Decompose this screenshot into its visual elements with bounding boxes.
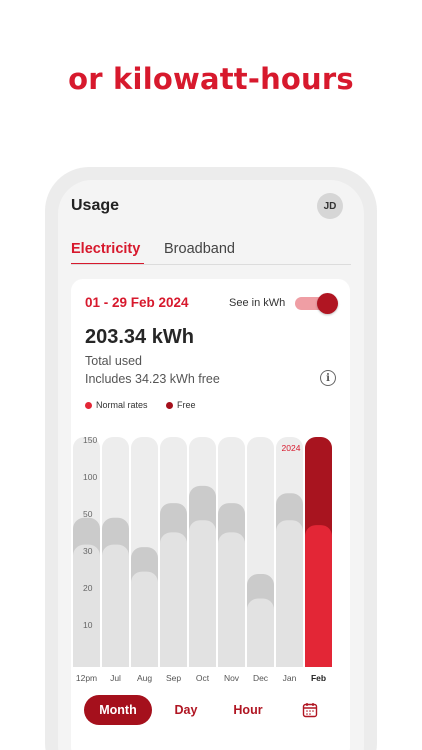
chart-bar-base [131, 655, 158, 667]
app-screen: Usage JD Electricity Broadband 01 - 29 F… [58, 180, 364, 750]
info-icon[interactable]: i [320, 370, 336, 386]
total-usage-label: Total used [85, 354, 142, 368]
legend-dot-free [166, 401, 173, 409]
chart-bar-base [305, 655, 332, 667]
year-annotation: 2024 [282, 443, 301, 453]
free-usage-note: Includes 34.23 kWh free [85, 372, 220, 386]
x-tick-label: Feb [311, 673, 326, 683]
usage-bar-chart[interactable]: 12pm Jul Aug Sep Oct Nov Dec Jan Feb 2024 150 100 50… [71, 429, 350, 691]
x-tick-label: Jan [283, 673, 297, 683]
chart-bar-base [73, 655, 100, 667]
chart-bar-base [276, 655, 303, 667]
x-tick-label: Aug [137, 673, 152, 683]
chart-bar-normal [160, 532, 187, 667]
chart-bar-base [218, 655, 245, 667]
tab-broadband[interactable]: Broadband [164, 241, 235, 257]
chart-bar-normal [305, 525, 332, 667]
y-tick-label: 150 [83, 435, 97, 445]
chart-bar-normal [189, 520, 216, 667]
chart-bar-normal [102, 544, 129, 667]
legend-item-normal: Normal rates [85, 400, 148, 410]
chart-bar-base [160, 655, 187, 667]
period-month-button[interactable]: Month [84, 695, 152, 725]
chart-bar-base [189, 655, 216, 667]
tabs-divider [71, 264, 351, 265]
y-tick-label: 10 [83, 620, 93, 630]
x-tick-label: Oct [196, 673, 210, 683]
legend-item-free: Free [166, 400, 196, 410]
period-hour-button[interactable]: Hour [221, 695, 275, 725]
chart-bar-base [247, 655, 274, 667]
tab-electricity[interactable]: Electricity [71, 241, 140, 257]
legend-label-normal: Normal rates [96, 400, 148, 410]
tab-bar: Electricity Broadband [71, 241, 364, 265]
marketing-headline: or kilowatt-hours [68, 62, 354, 96]
avatar[interactable]: JD [317, 193, 343, 219]
y-tick-label: 20 [83, 583, 93, 593]
x-tick-label: Jul [110, 673, 121, 683]
period-day-button[interactable]: Day [162, 695, 210, 725]
y-tick-label: 50 [83, 509, 93, 519]
chart-bar-normal [73, 544, 100, 667]
legend-label-free: Free [177, 400, 196, 410]
x-tick-label: Nov [224, 673, 240, 683]
legend-dot-normal [85, 401, 92, 409]
period-selector: Month Day Hour [71, 691, 350, 731]
kwh-toggle[interactable] [295, 293, 338, 314]
y-tick-label: 100 [83, 472, 97, 482]
x-tick-label: Sep [166, 673, 181, 683]
toggle-knob [317, 293, 338, 314]
usage-card: 01 - 29 Feb 2024 See in kWh 203.34 kWh T… [71, 279, 350, 750]
y-tick-label: 30 [83, 546, 93, 556]
chart-bar-normal [276, 520, 303, 667]
x-tick-label: Dec [253, 673, 269, 683]
page-title: Usage [71, 197, 120, 214]
chart-bar-normal [131, 571, 158, 667]
chart-bar-normal [218, 532, 245, 667]
calendar-icon[interactable] [293, 695, 327, 725]
kwh-toggle-label: See in kWh [229, 297, 286, 309]
date-range[interactable]: 01 - 29 Feb 2024 [85, 295, 189, 310]
chart-bar-base [102, 655, 129, 667]
x-tick-label: 12pm [76, 673, 97, 683]
total-usage-value: 203.34 kWh [85, 326, 194, 348]
